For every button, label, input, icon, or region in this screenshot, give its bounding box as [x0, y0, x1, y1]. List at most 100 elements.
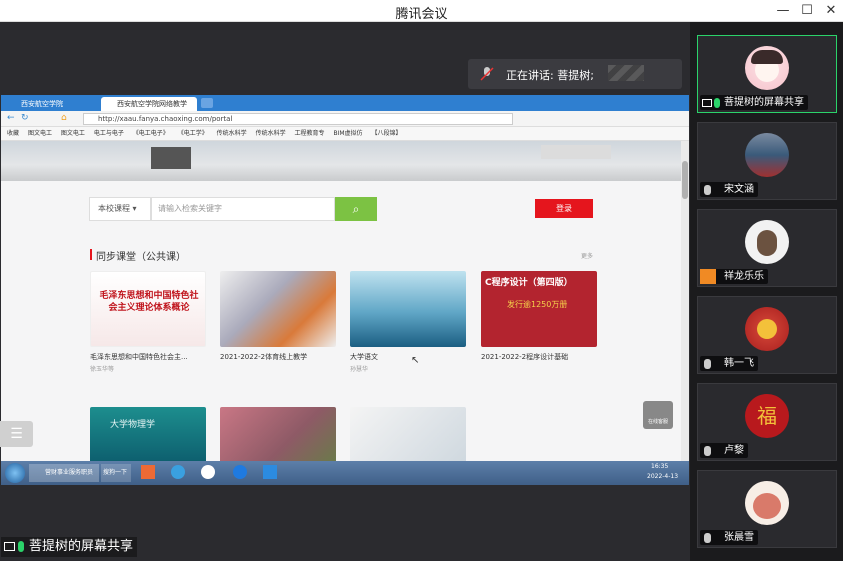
app-icon[interactable] [141, 465, 155, 479]
home-icon[interactable]: ⌂ [61, 113, 67, 123]
screen-share-icon [702, 99, 712, 107]
course-card-cover[interactable]: C程序设计（第四版） 发行逾1250万册 [481, 271, 597, 347]
course-title[interactable]: 毛泽东思想和中国特色社会主... [90, 352, 210, 362]
start-icon[interactable] [5, 463, 25, 483]
section-title: 同步课堂（公共课） [96, 252, 186, 263]
bookmark-item[interactable]: 图文电工 [61, 130, 85, 137]
fu-avatar: 福 [745, 394, 789, 438]
bookmark-item[interactable]: 传统水科学 [256, 130, 286, 137]
window-titlebar: 腾讯会议 — ☐ ✕ [0, 0, 843, 22]
cover-subtext: 发行逾1250万册 [507, 300, 568, 309]
mic-muted-icon [480, 67, 494, 81]
mic-muted-icon [704, 446, 711, 456]
bookmark-item[interactable]: 电工与电子 [94, 130, 124, 137]
course-card-cover[interactable] [220, 407, 336, 463]
cover-text: C程序设计（第四版） [485, 278, 573, 288]
bear-avatar [745, 481, 789, 525]
participant-tile[interactable]: 菩提树的屏幕共享 [697, 35, 837, 113]
course-teacher: 孙慧华 [350, 366, 369, 373]
search-scope-label: 本校课程 [98, 204, 130, 213]
browser-tabbar: 西安航空学院 西安航空学院网络教学 [1, 95, 689, 111]
mic-on-icon [18, 541, 24, 552]
new-tab-icon[interactable] [201, 98, 213, 108]
search-icon: ⌕ [352, 202, 360, 216]
course-card-cover[interactable] [220, 271, 336, 347]
course-card-cover[interactable]: 大学物理学 [90, 407, 206, 463]
share-label: 菩提树的屏幕共享 [1, 537, 138, 557]
screen-share-icon [4, 542, 15, 551]
cursor-icon: ↖ [411, 355, 420, 366]
section-marker [90, 249, 92, 260]
bookmark-item[interactable]: 收藏 [7, 130, 19, 137]
course-card-cover[interactable] [350, 271, 466, 347]
speaker-name-blur [608, 65, 644, 81]
bookmarks-bar: 收藏 图文电工 图文电工 电工与电子 《电工电子》 《电工学》 传统水科学 传统… [1, 127, 689, 141]
participants-panel: 菩提树的屏幕共享 宋文涵 祥龙乐乐 韩一飞 福 卢黎 张晨雪 [690, 22, 843, 561]
online-help-button[interactable]: 在线客服 [643, 401, 673, 429]
app-icon[interactable] [171, 465, 185, 479]
bookmark-item[interactable]: BIM虚拟仿 [333, 130, 362, 137]
address-bar: ← ↻ ⌂ http://xaau.fanya.chaoxing.com/por… [1, 111, 689, 127]
photo-avatar [745, 133, 789, 177]
tab-label: 西安航空学院 [21, 100, 63, 108]
tab-label: 西安航空学院网络教学 [117, 100, 187, 108]
help-label: 在线客服 [647, 419, 668, 425]
back-icon[interactable]: ← [7, 113, 15, 123]
scrollbar-thumb[interactable] [682, 161, 688, 199]
url-field[interactable]: http://xaau.fanya.chaoxing.com/portal [83, 113, 513, 125]
app-icon[interactable] [263, 465, 277, 479]
participant-tile[interactable]: 福 卢黎 [697, 383, 837, 461]
bookmark-item[interactable]: 《电工电子》 [133, 130, 169, 137]
participant-tile[interactable]: 祥龙乐乐 [697, 209, 837, 287]
cover-text: 毛泽东思想和中国特色社会主义理论体系概论 [99, 291, 199, 313]
mic-muted-icon [704, 533, 711, 543]
speaking-indicator: 正在讲话: 菩提树; [468, 59, 682, 89]
cartoon-avatar [745, 220, 789, 264]
course-title[interactable]: 2021-2022-2体育线上教学 [220, 352, 340, 362]
menu-icon[interactable]: ☰ [0, 421, 33, 447]
participant-tile[interactable]: 宋文涵 [697, 122, 837, 200]
taskbar-date: 2022-4-13 [647, 473, 679, 480]
taskbar-time: 16:35 [651, 463, 669, 470]
search-scope-select[interactable]: 本校课程 ▾ [89, 197, 151, 221]
app-icon[interactable] [201, 465, 215, 479]
minimize-icon[interactable]: — [773, 2, 793, 20]
search-button[interactable]: ⌕ [335, 197, 377, 221]
window-title: 腾讯会议 [395, 7, 448, 22]
bookmark-item[interactable]: 传统水科学 [217, 130, 247, 137]
banner-aircraft [541, 145, 611, 159]
participant-tile[interactable]: 张晨雪 [697, 470, 837, 548]
bookmark-item[interactable]: 工程教育专 [295, 130, 325, 137]
course-title[interactable]: 2021-2022-2程序设计基础 [481, 352, 601, 362]
user-icon [700, 269, 716, 284]
refresh-icon[interactable]: ↻ [21, 113, 29, 123]
mic-muted-icon [704, 185, 711, 195]
more-link[interactable]: 更多 [581, 251, 593, 260]
bookmark-item[interactable]: 《电工学》 [178, 130, 208, 137]
taskbar-item[interactable]: 搜狗一下 [101, 464, 131, 482]
bookmark-item[interactable]: 【八段锦】 [371, 130, 401, 137]
mic-muted-icon [704, 359, 711, 369]
course-card-cover[interactable]: 毛泽东思想和中国特色社会主义理论体系概论 [90, 271, 206, 347]
course-teacher: 徐玉华等 [90, 366, 115, 373]
taskbar-item[interactable]: 营财事业服务职员 [29, 464, 99, 482]
banner-object [151, 147, 191, 169]
maximize-icon[interactable]: ☐ [797, 2, 817, 20]
mic-on-icon [714, 98, 720, 108]
participant-tile[interactable]: 韩一飞 [697, 296, 837, 374]
lion-avatar [745, 307, 789, 351]
course-title[interactable]: 大学语文 [350, 352, 470, 362]
close-icon[interactable]: ✕ [821, 2, 841, 20]
app-icon[interactable] [233, 465, 247, 479]
windows-taskbar: 营财事业服务职员 搜狗一下 16:35 2022-4-13 [1, 461, 689, 485]
page-scrollbar[interactable] [681, 141, 689, 461]
search-input[interactable]: 请输入检索关键字 [151, 197, 335, 221]
portal-page: 本校课程 ▾ 请输入检索关键字 ⌕ 登录 同步课堂（公共课） 更多 毛泽东思想和… [1, 141, 681, 463]
bookmark-item[interactable]: 图文电工 [28, 130, 52, 137]
login-button[interactable]: 登录 [535, 199, 593, 218]
tab-portal[interactable]: 西安航空学院网络教学 [101, 97, 197, 111]
login-label: 登录 [556, 204, 572, 213]
course-card-cover[interactable] [350, 407, 466, 463]
share-label-text: 菩提树的屏幕共享 [29, 539, 134, 554]
tab-xaau[interactable]: 西安航空学院 [5, 97, 99, 111]
